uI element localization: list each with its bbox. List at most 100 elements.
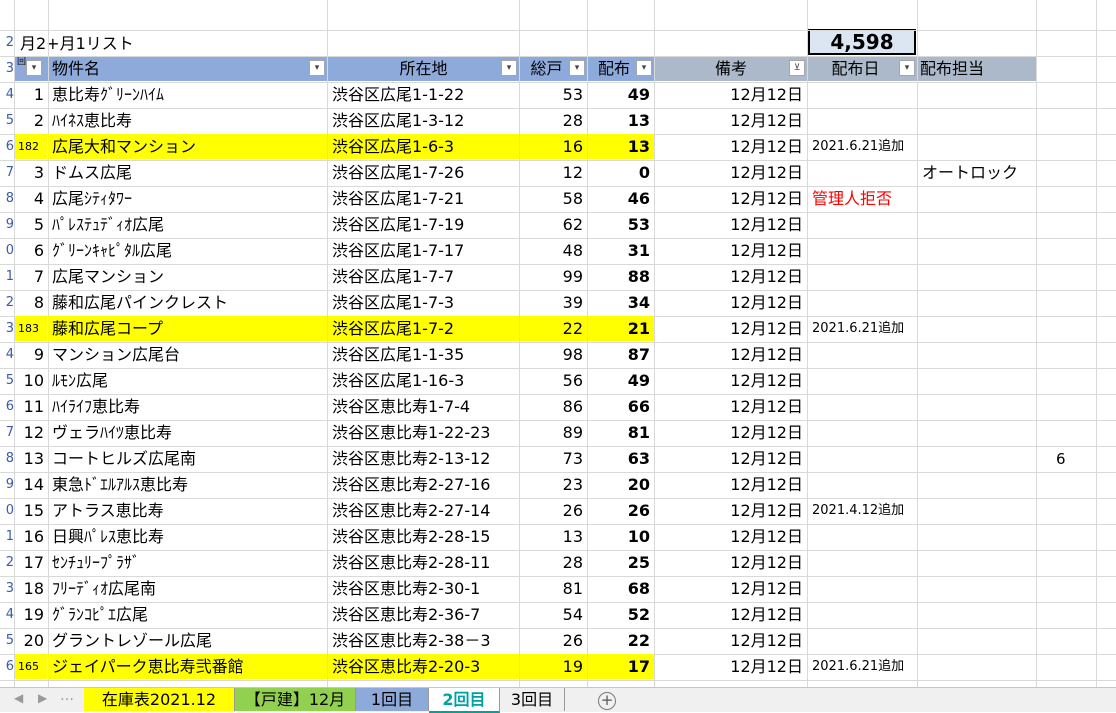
cell-total[interactable]: 13 (520, 524, 587, 549)
cell-total[interactable]: 26 (520, 628, 587, 653)
cell-total[interactable]: 56 (520, 368, 587, 393)
cell-address[interactable]: 渋谷区広尾1-7-17 (328, 238, 519, 263)
cell-distribution[interactable]: 46 (588, 186, 654, 211)
cell-address[interactable]: 渋谷区恵比寿2-13-12 (328, 446, 519, 471)
spreadsheet-grid[interactable]: 月2+月1リスト 4,598 ▾ 回 物件名 ▾ 所在地 ▾ 総戸 ▾ 配布 ▾ 備考 ⊻ … (0, 0, 1116, 687)
row-header[interactable]: 9 (0, 472, 14, 498)
cell-no[interactable]: 12 (15, 420, 48, 445)
cell-name[interactable]: グラントレゾール広尾 (48, 628, 327, 653)
row-header[interactable]: 1 (0, 524, 14, 550)
cell-dist-owner[interactable] (918, 316, 1036, 341)
cell-dist-owner[interactable] (918, 498, 1036, 523)
cell-distribution[interactable]: 87 (588, 342, 654, 367)
cell-remarks[interactable]: 12月12日 (655, 576, 807, 601)
cell-total[interactable]: 54 (520, 602, 587, 627)
cell-dist-date[interactable]: 2021.4.12追加 (808, 498, 917, 523)
filter-sort-icon[interactable]: ▾ (26, 60, 42, 76)
cell-total[interactable]: 19 (520, 654, 587, 679)
cell-dist-owner[interactable] (918, 368, 1036, 393)
cell-remarks[interactable]: 12月12日 (655, 238, 807, 263)
cell-distribution[interactable]: 17 (588, 654, 654, 679)
cell-name[interactable]: ジェイパーク恵比寿弐番館 (48, 654, 327, 679)
cell-no[interactable]: 14 (15, 472, 48, 497)
cell-total[interactable]: 23 (520, 472, 587, 497)
cell-remarks[interactable]: 12月12日 (655, 212, 807, 237)
cell-total[interactable]: 99 (520, 264, 587, 289)
tab-round-1[interactable]: 1回目 (356, 688, 429, 711)
header-no[interactable]: ▾ 回 (15, 56, 49, 81)
cell-distribution[interactable]: 0 (588, 160, 654, 185)
row-header[interactable]: 0 (0, 238, 14, 264)
cell-total[interactable]: 28 (520, 550, 587, 575)
cell-distribution[interactable]: 26 (588, 498, 654, 523)
dropdown-arrow-icon[interactable]: ▾ (309, 60, 325, 76)
cell-no[interactable]: 182 (15, 134, 47, 159)
cell-dist-date[interactable] (808, 368, 917, 393)
row-header[interactable]: 4 (0, 342, 14, 368)
cell-total[interactable]: 12 (520, 160, 587, 185)
cell-dist-date[interactable] (808, 290, 917, 315)
cell-address[interactable]: 渋谷区広尾1-16-3 (328, 368, 519, 393)
row-header[interactable]: 6 (0, 394, 14, 420)
cell-total[interactable]: 26 (520, 498, 587, 523)
cell-name[interactable]: 日興ﾊﾟﾚｽ恵比寿 (48, 524, 327, 549)
cell-distribution[interactable]: 34 (588, 290, 654, 315)
cell-distribution[interactable]: 13 (588, 108, 654, 133)
cell-address[interactable]: 渋谷区広尾1-7-21 (328, 186, 519, 211)
cell-name[interactable]: コートヒルズ広尾南 (48, 446, 327, 471)
cell-dist-date[interactable] (808, 82, 917, 107)
cell-dist-owner[interactable] (918, 134, 1036, 159)
row-header[interactable]: 2 (0, 290, 14, 316)
cell-dist-owner[interactable] (918, 394, 1036, 419)
tab-inventory[interactable]: 在庫表2021.12 (84, 688, 235, 711)
header-dist-date[interactable]: 配布日 ▾ (808, 56, 918, 81)
cell-distribution[interactable]: 13 (588, 134, 654, 159)
cell-no[interactable]: 5 (15, 212, 48, 237)
cell-total[interactable]: 89 (520, 420, 587, 445)
cell-address[interactable]: 渋谷区恵比寿2-27-16 (328, 472, 519, 497)
dropdown-arrow-icon[interactable]: ▾ (501, 60, 517, 76)
cell-address[interactable]: 渋谷区広尾1-6-3 (328, 134, 519, 159)
row-header[interactable]: 6 (0, 654, 14, 680)
tab-round-3[interactable]: 3回目 (500, 688, 565, 711)
cell-remarks[interactable]: 12月12日 (655, 290, 807, 315)
cell-distribution[interactable]: 49 (588, 368, 654, 393)
cell-name[interactable]: ﾊｲﾗｲﾌ恵比寿 (48, 394, 327, 419)
row-header[interactable]: 6 (0, 134, 14, 160)
cell-dist-date[interactable] (808, 394, 917, 419)
cell-no[interactable]: 1 (15, 82, 48, 107)
cell-no[interactable]: 9 (15, 342, 48, 367)
cell-total[interactable]: 16 (520, 134, 587, 159)
scroll-left-icon[interactable]: ◀ (14, 691, 23, 705)
cell-dist-date[interactable]: 管理人拒否 (808, 186, 917, 211)
cell-dist-owner[interactable] (918, 602, 1036, 627)
cell-address[interactable]: 渋谷区恵比寿2-28-11 (328, 550, 519, 575)
cell-total[interactable]: 98 (520, 342, 587, 367)
cell-remarks[interactable]: 12月12日 (655, 654, 807, 679)
row-header[interactable]: 5 (0, 368, 14, 394)
cell-no[interactable]: 6 (15, 238, 48, 263)
cell-name[interactable]: 東急ﾄﾞｴﾙｱﾙｽ恵比寿 (48, 472, 327, 497)
cell-no[interactable]: 17 (15, 550, 48, 575)
cell-dist-owner[interactable] (918, 472, 1036, 497)
header-distribution[interactable]: 配布 ▾ (588, 56, 655, 81)
cell-dist-date[interactable] (808, 550, 917, 575)
cell-dist-date[interactable]: 2021.6.21追加 (808, 316, 917, 341)
cell-address[interactable]: 渋谷区広尾1-7-3 (328, 290, 519, 315)
total-cell[interactable]: 4,598 (808, 29, 916, 55)
cell-distribution[interactable]: 88 (588, 264, 654, 289)
cell-total[interactable]: 39 (520, 290, 587, 315)
cell-distribution[interactable]: 21 (588, 316, 654, 341)
cell-dist-date[interactable] (808, 264, 917, 289)
cell-address[interactable]: 渋谷区恵比寿2-20-3 (328, 654, 519, 679)
cell-distribution[interactable]: 31 (588, 238, 654, 263)
row-header[interactable]: 7 (0, 420, 14, 446)
cell-distribution[interactable]: 63 (588, 446, 654, 471)
row-header[interactable]: 2 (0, 30, 14, 56)
cell-name[interactable]: ﾊｲﾈｽ恵比寿 (48, 108, 327, 133)
cell-dist-date[interactable]: 2021.6.21追加 (808, 654, 917, 679)
cell-remarks[interactable]: 12月12日 (655, 602, 807, 627)
cell-name[interactable]: ﾙﾓﾝ広尾 (48, 368, 327, 393)
cell-address[interactable]: 渋谷区広尾1-1-22 (328, 82, 519, 107)
cell-distribution[interactable]: 66 (588, 394, 654, 419)
